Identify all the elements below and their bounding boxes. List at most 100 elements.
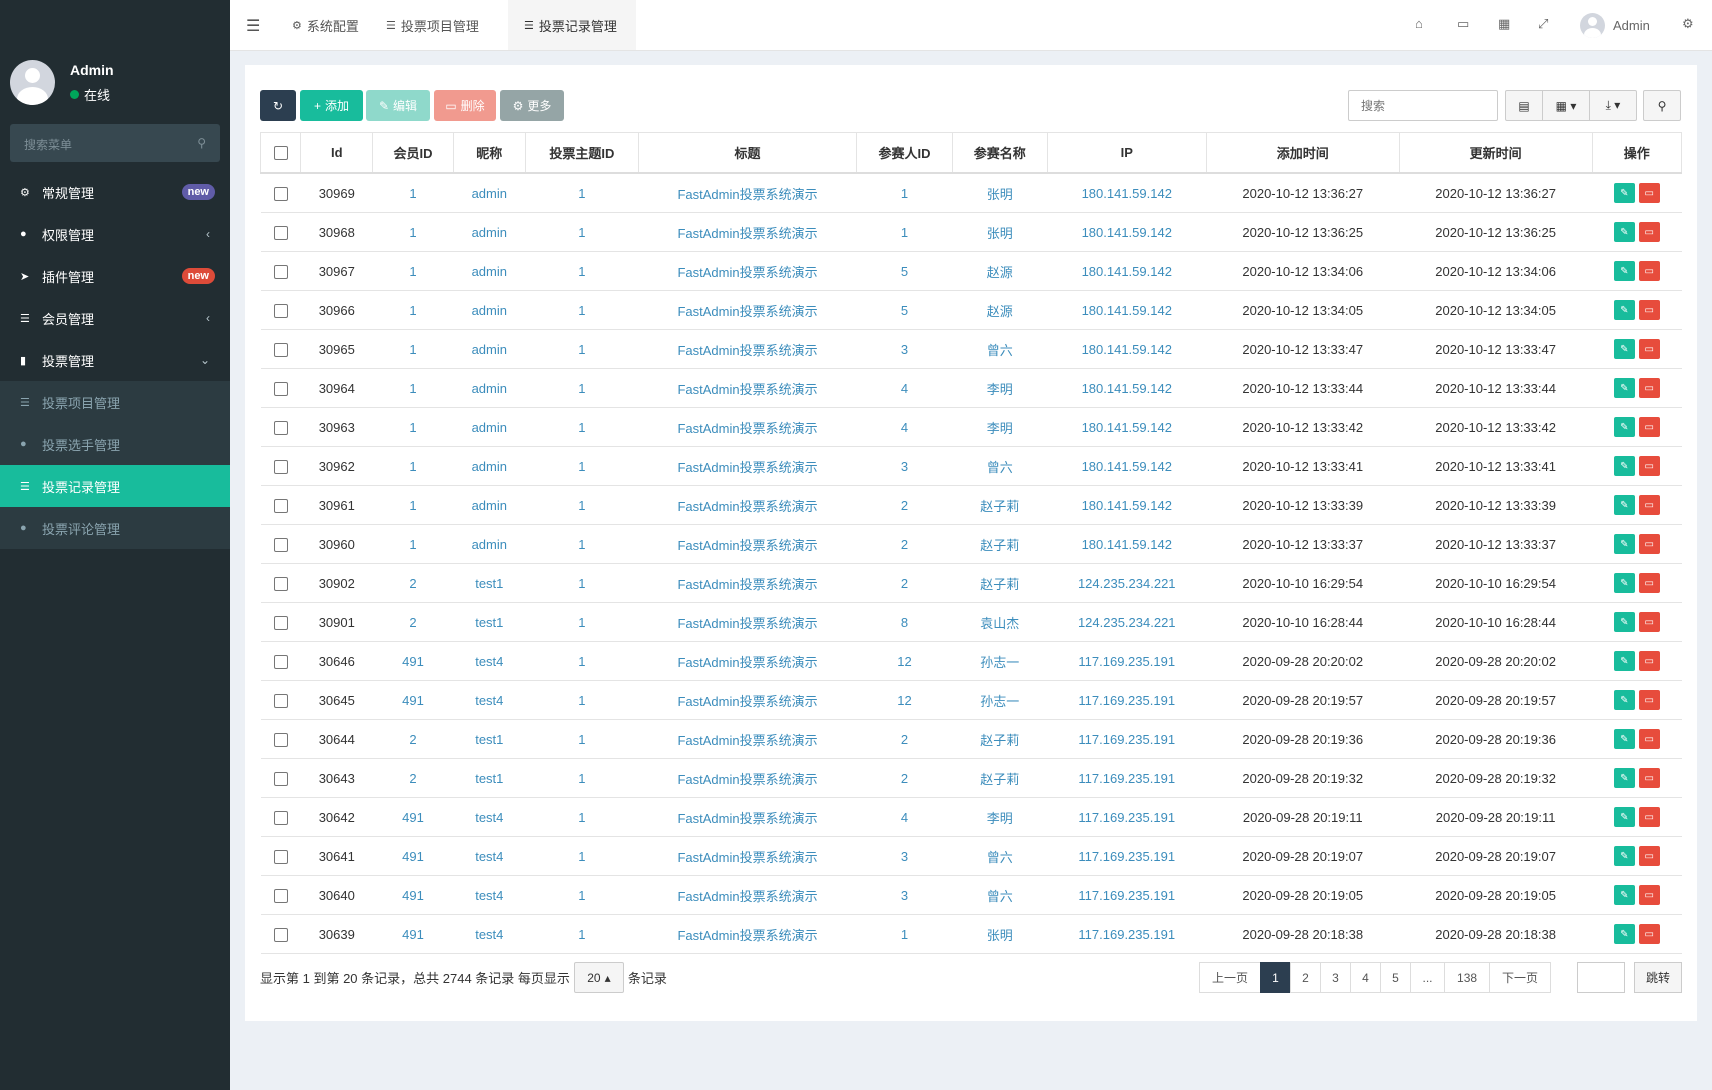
table-cell[interactable]: 3	[856, 446, 953, 486]
table-cell[interactable]: 117.169.235.191	[1047, 719, 1207, 759]
columns-button[interactable]: ▦ ▾	[1542, 90, 1590, 121]
table-cell[interactable]: 180.141.59.142	[1047, 329, 1207, 369]
column-header[interactable]: 更新时间	[1398, 132, 1593, 174]
column-header[interactable]: 添加时间	[1205, 132, 1400, 174]
column-header[interactable]: Id	[300, 132, 374, 174]
export-button[interactable]: ⤓ ▾	[1589, 90, 1637, 121]
table-cell[interactable]: 1	[372, 485, 454, 525]
table-cell[interactable]: 124.235.234.221	[1047, 602, 1207, 642]
table-cell[interactable]: 180.141.59.142	[1047, 251, 1207, 291]
tab-vote-record[interactable]: ☰ 投票记录管理	[508, 0, 636, 50]
table-cell[interactable]: FastAdmin投票系统演示	[638, 485, 857, 525]
table-cell[interactable]: 1	[525, 602, 639, 642]
table-cell[interactable]: 1	[372, 290, 454, 330]
table-cell[interactable]: admin	[453, 368, 526, 408]
row-checkbox[interactable]	[273, 615, 288, 630]
table-cell[interactable]: 曾六	[952, 875, 1048, 915]
row-delete-button[interactable]: ▭	[1638, 729, 1660, 749]
row-delete-button[interactable]: ▭	[1638, 495, 1660, 515]
table-cell[interactable]: FastAdmin投票系统演示	[638, 329, 857, 369]
table-cell[interactable]: 李明	[952, 797, 1048, 837]
table-cell[interactable]: 1	[372, 212, 454, 252]
row-delete-button[interactable]: ▭	[1638, 573, 1660, 593]
table-cell[interactable]: test1	[453, 758, 526, 798]
table-cell[interactable]: 1	[856, 914, 953, 954]
row-edit-button[interactable]: ✎	[1613, 339, 1635, 359]
table-cell[interactable]: 1	[525, 407, 639, 447]
table-cell[interactable]: 曾六	[952, 446, 1048, 486]
table-cell[interactable]: FastAdmin投票系统演示	[638, 641, 857, 681]
table-cell[interactable]: 117.169.235.191	[1047, 758, 1207, 798]
row-checkbox[interactable]	[273, 225, 288, 240]
table-cell[interactable]: FastAdmin投票系统演示	[638, 368, 857, 408]
row-checkbox[interactable]	[273, 888, 288, 903]
column-header[interactable]: 参赛人ID	[856, 132, 953, 174]
sidebar-item-auth[interactable]: ● 权限管理 ‹	[0, 213, 230, 255]
prev-page-button[interactable]: 上一页	[1199, 962, 1262, 993]
row-edit-button[interactable]: ✎	[1613, 261, 1635, 281]
row-edit-button[interactable]: ✎	[1613, 612, 1635, 632]
row-delete-button[interactable]: ▭	[1638, 807, 1660, 827]
page-button[interactable]: 138	[1444, 962, 1491, 993]
select-all-checkbox[interactable]	[273, 146, 288, 161]
table-cell[interactable]: 1	[525, 641, 639, 681]
row-delete-button[interactable]: ▭	[1638, 885, 1660, 905]
row-checkbox[interactable]	[273, 264, 288, 279]
row-edit-button[interactable]: ✎	[1613, 495, 1635, 515]
sidebar-item-vote-record[interactable]: ☰ 投票记录管理	[0, 465, 230, 507]
row-delete-button[interactable]: ▭	[1638, 690, 1660, 710]
table-cell[interactable]: test4	[453, 914, 526, 954]
table-cell[interactable]: 8	[856, 602, 953, 642]
table-cell[interactable]: 117.169.235.191	[1047, 680, 1207, 720]
table-cell[interactable]: 1	[525, 563, 639, 603]
table-cell[interactable]: admin	[453, 212, 526, 252]
edit-button[interactable]: ✎ 编辑	[366, 90, 430, 121]
page-button[interactable]: 1	[1260, 962, 1292, 993]
table-cell[interactable]: 赵子莉	[952, 719, 1048, 759]
table-cell[interactable]: admin	[453, 251, 526, 291]
row-delete-button[interactable]: ▭	[1638, 417, 1660, 437]
table-cell[interactable]: 117.169.235.191	[1047, 914, 1207, 954]
table-cell[interactable]: 赵源	[952, 290, 1048, 330]
table-cell[interactable]: 1	[372, 368, 454, 408]
column-header[interactable]: 昵称	[452, 132, 526, 174]
table-cell[interactable]: 孙志一	[952, 680, 1048, 720]
table-cell[interactable]: FastAdmin投票系统演示	[638, 563, 857, 603]
row-checkbox[interactable]	[273, 849, 288, 864]
table-cell[interactable]: 180.141.59.142	[1047, 446, 1207, 486]
trash-icon[interactable]: ▭	[1457, 16, 1469, 32]
table-cell[interactable]: 1	[525, 836, 639, 876]
table-cell[interactable]: 117.169.235.191	[1047, 641, 1207, 681]
row-delete-button[interactable]: ▭	[1638, 183, 1660, 203]
table-cell[interactable]: FastAdmin投票系统演示	[638, 173, 857, 213]
page-button[interactable]: 5	[1380, 962, 1412, 993]
table-cell[interactable]: 1	[525, 368, 639, 408]
table-cell[interactable]: FastAdmin投票系统演示	[638, 680, 857, 720]
row-edit-button[interactable]: ✎	[1613, 534, 1635, 554]
table-cell[interactable]: 2	[856, 719, 953, 759]
table-cell[interactable]: 117.169.235.191	[1047, 836, 1207, 876]
table-cell[interactable]: admin	[453, 446, 526, 486]
table-cell[interactable]: 1	[525, 758, 639, 798]
row-delete-button[interactable]: ▭	[1638, 846, 1660, 866]
sidebar-item-vote-comment[interactable]: ● 投票评论管理	[0, 507, 230, 549]
table-cell[interactable]: 1	[525, 914, 639, 954]
row-delete-button[interactable]: ▭	[1638, 651, 1660, 671]
table-cell[interactable]: 2	[856, 485, 953, 525]
row-checkbox[interactable]	[273, 381, 288, 396]
add-button[interactable]: + 添加	[300, 90, 363, 121]
table-cell[interactable]: 2	[372, 563, 454, 603]
advanced-search-button[interactable]: ⚲	[1643, 90, 1681, 121]
page-button[interactable]: 3	[1320, 962, 1352, 993]
table-cell[interactable]: 1	[525, 290, 639, 330]
row-checkbox[interactable]	[273, 927, 288, 942]
row-delete-button[interactable]: ▭	[1638, 612, 1660, 632]
table-cell[interactable]: FastAdmin投票系统演示	[638, 251, 857, 291]
table-cell[interactable]: test1	[453, 719, 526, 759]
table-cell[interactable]: 3	[856, 836, 953, 876]
column-header[interactable]: IP	[1046, 132, 1207, 174]
row-checkbox[interactable]	[273, 420, 288, 435]
table-cell[interactable]: FastAdmin投票系统演示	[638, 290, 857, 330]
language-icon[interactable]: ▦	[1498, 16, 1510, 32]
row-edit-button[interactable]: ✎	[1613, 729, 1635, 749]
